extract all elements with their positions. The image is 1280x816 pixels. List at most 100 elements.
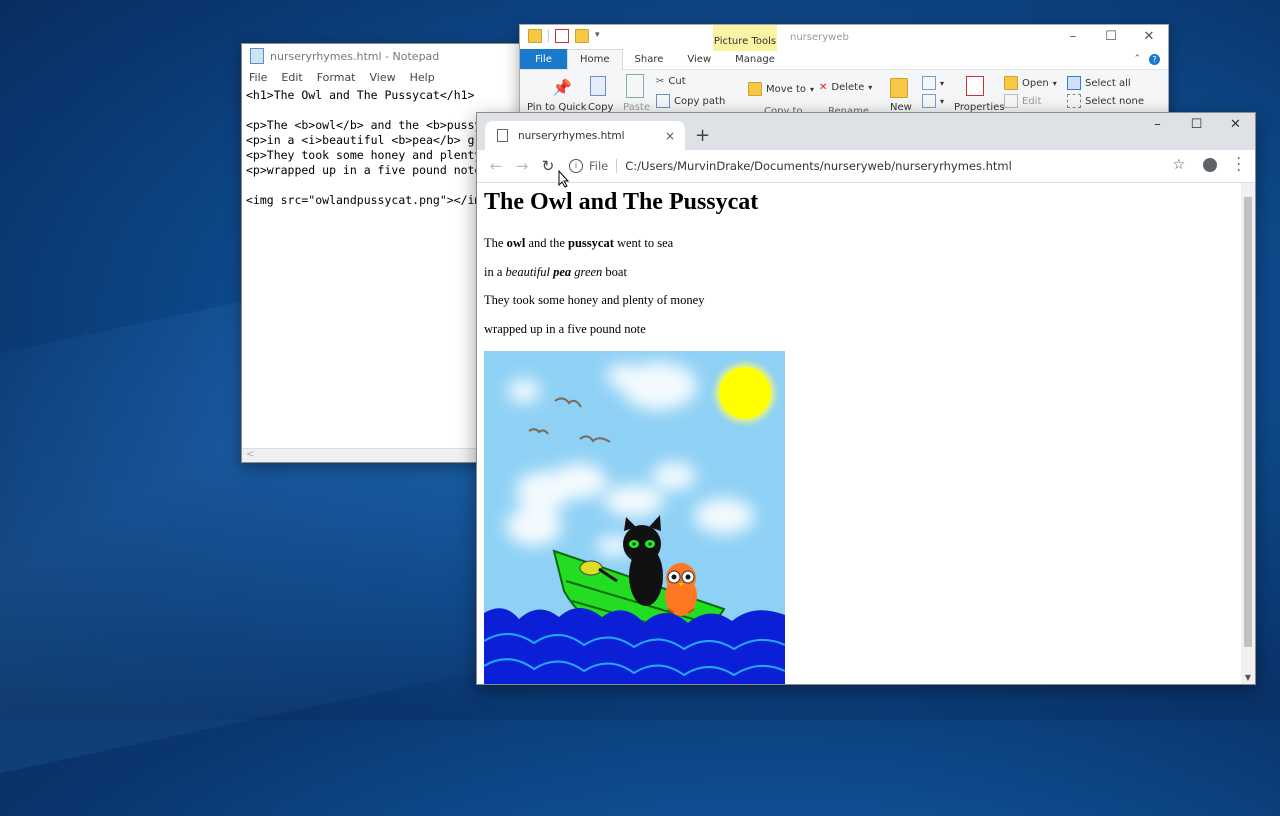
file-explorer-window[interactable]: ▾ Picture Tools nurseryweb – ☐ ✕ File Ho… <box>519 24 1169 126</box>
help-icon[interactable]: ? <box>1149 53 1160 65</box>
italic-green: green <box>571 264 603 279</box>
edit-icon <box>1004 94 1018 108</box>
chrome-window-controls: – ☐ ✕ <box>1138 117 1255 132</box>
text: in a <box>484 264 506 279</box>
new-tab-button[interactable]: + <box>695 125 710 146</box>
edit-button[interactable]: Edit <box>1004 94 1041 108</box>
page-heading: The Owl and The Pussycat <box>484 189 759 215</box>
chrome-tab-strip[interactable]: nurseryrhymes.html × + – ☐ ✕ <box>477 113 1255 150</box>
text: and the <box>525 236 569 250</box>
copy-icon <box>590 76 606 96</box>
open-button[interactable]: Open ▾ <box>1004 76 1057 90</box>
select-none-label: Select none <box>1085 95 1144 107</box>
close-icon[interactable]: ✕ <box>1130 29 1168 44</box>
clipboard-icon <box>626 74 644 98</box>
maximize-icon[interactable]: ☐ <box>1092 29 1130 44</box>
minimize-icon[interactable]: – <box>1138 117 1177 132</box>
move-to-label: Move to <box>766 83 807 95</box>
tab-view[interactable]: View <box>675 49 723 69</box>
collapse-ribbon-icon[interactable]: ⌃ <box>1133 54 1141 64</box>
star-icon[interactable]: ☆ <box>1172 157 1185 173</box>
notepad-title-bar[interactable]: nurseryrhymes.html - Notepad <box>242 44 542 68</box>
more-vert-icon[interactable]: · · · <box>1237 152 1241 178</box>
text: boat <box>602 264 627 279</box>
address-bar[interactable]: i File C:/Users/MurvinDrake/Documents/nu… <box>569 154 1189 178</box>
tab-manage[interactable]: Manage <box>723 49 787 69</box>
document-icon <box>497 129 508 142</box>
notepad-menu-bar: File Edit Format View Help <box>242 68 542 86</box>
move-folder-icon <box>748 82 762 96</box>
select-all-button[interactable]: Select all <box>1067 76 1131 90</box>
new-item-icon[interactable]: ▾ <box>922 76 944 90</box>
mouse-cursor-icon <box>558 169 570 192</box>
delete-label: Delete <box>831 82 865 93</box>
text: The <box>484 236 507 250</box>
picture-tools-label: Picture Tools <box>713 25 777 51</box>
menu-view[interactable]: View <box>370 71 396 84</box>
maximize-icon[interactable]: ☐ <box>1177 117 1216 132</box>
cut-label: Cut <box>668 76 686 87</box>
bold-pea: pea <box>553 264 572 279</box>
tab-home[interactable]: Home <box>567 48 623 70</box>
minimize-icon[interactable]: – <box>1054 29 1092 44</box>
properties-check-icon[interactable] <box>555 29 569 43</box>
paragraph-1: The owl and the pussycat went to sea <box>484 229 1241 258</box>
folder-icon[interactable] <box>528 29 542 43</box>
ribbon-right-controls: ⌃ ? <box>1133 53 1160 65</box>
bold-owl: owl <box>506 236 526 250</box>
new-folder-icon[interactable] <box>575 29 589 43</box>
owl-pussycat-image <box>484 351 785 684</box>
cut-button[interactable]: ✂ Cut <box>656 76 686 87</box>
menu-file[interactable]: File <box>249 71 267 84</box>
ribbon-tabs: File Home Share View Manage ⌃ ? <box>520 48 1168 70</box>
scrollbar-thumb[interactable] <box>1244 197 1252 647</box>
bold-pussycat: pussycat <box>568 236 614 250</box>
italic-beautiful: beautiful <box>505 264 554 279</box>
explorer-title-bar[interactable]: ▾ Picture Tools nurseryweb – ☐ ✕ <box>520 25 1168 51</box>
notepad-icon <box>250 48 264 64</box>
menu-help[interactable]: Help <box>410 71 435 84</box>
open-icon <box>1004 76 1018 90</box>
easy-access-icon[interactable]: ▾ <box>922 94 944 108</box>
select-none-button[interactable]: Select none <box>1067 94 1144 108</box>
text: went to sea <box>613 236 674 250</box>
select-all-icon <box>1067 76 1081 90</box>
move-to-button[interactable]: Move to ▾ <box>748 82 814 96</box>
customize-dropdown-icon[interactable]: ▾ <box>595 30 600 42</box>
chevron-down-icon: ▾ <box>868 83 873 92</box>
scroll-down-arrow-icon[interactable]: ▼ <box>1241 673 1255 682</box>
info-icon[interactable]: i <box>569 159 583 173</box>
delete-button[interactable]: ✕ Delete ▾ <box>819 82 872 93</box>
tab-close-icon[interactable]: × <box>665 129 675 143</box>
chrome-toolbar: ← → ↻ i File C:/Users/MurvinDrake/Docume… <box>477 150 1255 183</box>
owl-pussycat-illustration <box>484 351 785 684</box>
edit-label: Edit <box>1022 95 1042 107</box>
tab-share[interactable]: Share <box>623 49 676 69</box>
back-arrow-icon[interactable]: ← <box>483 157 509 175</box>
tab-file[interactable]: File <box>520 49 567 69</box>
menu-format[interactable]: Format <box>317 71 356 84</box>
copy-path-icon <box>656 94 670 108</box>
page-vertical-scrollbar[interactable]: ▼ <box>1241 183 1255 684</box>
paragraph-2: in a beautiful pea green boat <box>484 258 1241 287</box>
properties-icon <box>966 76 984 96</box>
chrome-tab[interactable]: nurseryrhymes.html × <box>485 121 685 150</box>
address-url[interactable]: C:/Users/MurvinDrake/Documents/nurserywe… <box>625 159 1012 173</box>
explorer-window-controls: – ☐ ✕ <box>1054 29 1168 44</box>
chrome-window[interactable]: nurseryrhymes.html × + – ☐ ✕ ← → ↻ i Fil… <box>476 112 1256 685</box>
close-icon[interactable]: ✕ <box>1216 117 1255 132</box>
account-icon[interactable] <box>1203 158 1217 172</box>
select-all-label: Select all <box>1085 77 1131 89</box>
quick-access-toolbar: ▾ <box>528 29 600 43</box>
menu-edit[interactable]: Edit <box>281 71 302 84</box>
scissors-icon: ✂ <box>656 76 665 87</box>
chevron-down-icon: ▾ <box>1052 78 1057 88</box>
delete-x-icon: ✕ <box>819 82 828 93</box>
forward-arrow-icon[interactable]: → <box>509 157 535 175</box>
explorer-folder-title: nurseryweb <box>790 32 849 43</box>
copy-path-button[interactable]: Copy path <box>656 94 725 108</box>
address-scheme: File <box>589 159 618 173</box>
copy-path-label: Copy path <box>674 95 726 107</box>
notepad-title: nurseryrhymes.html - Notepad <box>270 49 440 63</box>
paragraph-3: They took some honey and plenty of money <box>484 293 705 307</box>
